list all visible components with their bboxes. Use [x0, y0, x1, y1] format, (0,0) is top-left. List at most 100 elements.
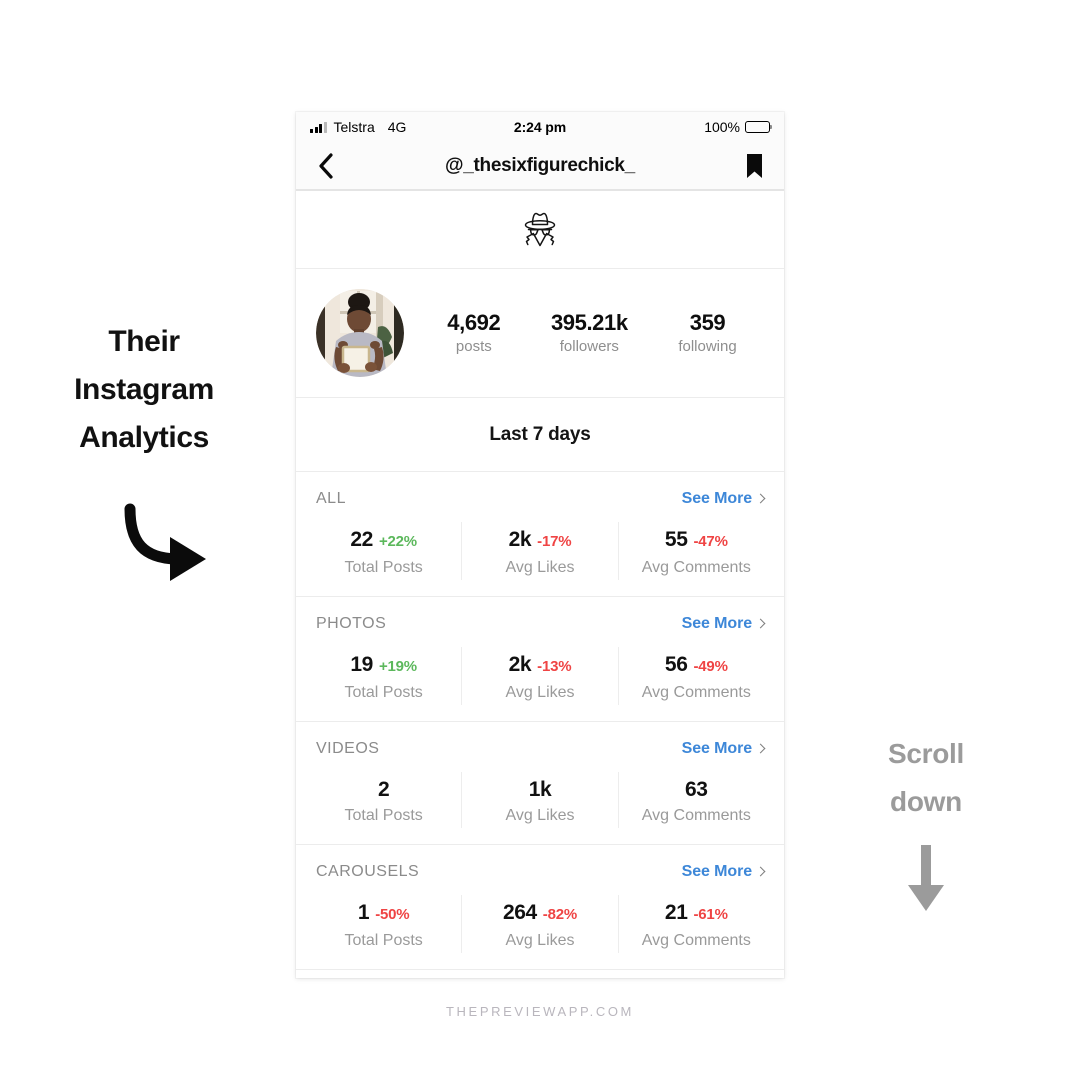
metric-cell: 1 -50% Total Posts [306, 895, 461, 953]
chevron-left-icon [319, 152, 333, 179]
see-more-button[interactable]: See More [681, 740, 766, 758]
metric-value: 1 [357, 901, 370, 924]
profile-stats: 4,692 posts 395.21k followers 359 follow… [404, 310, 762, 357]
metric-cell: 63 Avg Comments [617, 772, 774, 828]
metric-top: 2 [306, 776, 461, 804]
metric-top: 22 +22% [306, 526, 461, 556]
metric-label: Avg Comments [641, 559, 751, 576]
metric-cell: 55 -47% Avg Comments [617, 522, 774, 580]
metric-top: 21 -61% [619, 899, 774, 929]
section-head: CAROUSELS See More [296, 863, 784, 881]
back-button[interactable] [312, 152, 340, 180]
see-more-label: See More [681, 863, 752, 880]
metric-top: 55 -47% [619, 526, 774, 556]
promo-headline: Their Instagram Analytics [28, 318, 260, 462]
metric-label: Avg Comments [641, 684, 751, 701]
section-title: PHOTOS [316, 615, 387, 632]
stat-following-value: 359 [689, 309, 726, 335]
metric-section-photos: PHOTOS See More 19 +19% Total Posts 2k -13% Avg… [296, 597, 784, 722]
metric-top: 2k -17% [462, 526, 617, 556]
section-title: VIDEOS [316, 740, 380, 757]
metric-value: 55 [664, 528, 688, 551]
metric-top: 56 -49% [619, 651, 774, 681]
metric-section-all: ALL See More 22 +22% Total Posts 2k -17% Avg Li… [296, 472, 784, 597]
metric-top: 264 -82% [462, 899, 617, 929]
metric-cell: 2 Total Posts [306, 772, 461, 828]
metric-label: Avg Comments [641, 807, 751, 824]
carrier-name: Telstra [333, 119, 375, 135]
stat-posts-label: posts [455, 337, 492, 355]
footer-brand: THEPREVIEWAPP.COM [446, 1004, 634, 1019]
avatar[interactable] [316, 289, 404, 377]
see-more-label: See More [681, 615, 752, 632]
metric-row: 2 Total Posts 1k Avg Likes 63 Avg Comments [296, 772, 784, 828]
metric-label: Avg Likes [505, 932, 575, 949]
metric-value: 19 [350, 653, 373, 676]
promo-line-1: Their [108, 325, 180, 358]
metric-label: Avg Comments [641, 932, 751, 949]
profile-summary: 4,692 posts 395.21k followers 359 follow… [296, 269, 784, 398]
stat-following[interactable]: 359 following [678, 310, 736, 357]
metric-cell: 2k -13% Avg Likes [461, 647, 617, 705]
metric-top: 19 +19% [306, 651, 461, 681]
promo-line-2: Instagram [74, 373, 214, 406]
metric-value: 2k [508, 528, 532, 551]
metric-value: 22 [350, 528, 373, 551]
incognito-banner [296, 191, 784, 269]
metric-top: 1k [462, 776, 617, 804]
chevron-right-icon [755, 618, 766, 629]
metric-cell: 2k -17% Avg Likes [461, 522, 617, 580]
section-head: ALL See More [296, 490, 784, 508]
page-title: @_thesixfigurechick_ [445, 154, 635, 176]
metric-value: 63 [685, 778, 708, 801]
scroll-hint-line-1: Scroll [887, 738, 964, 769]
section-head: VIDEOS See More [296, 740, 784, 758]
metric-value: 2 [378, 778, 390, 801]
metric-delta: -49% [693, 658, 728, 675]
metric-label: Avg Likes [505, 684, 575, 701]
stat-posts[interactable]: 4,692 posts [447, 310, 500, 357]
chevron-right-icon [755, 493, 766, 504]
signal-bars-icon [310, 121, 327, 133]
section-head: PHOTOS See More [296, 615, 784, 633]
bookmark-button[interactable] [740, 152, 768, 180]
nav-bar: @_thesixfigurechick_ [296, 142, 784, 191]
stat-followers-value: 395.21k [550, 309, 628, 335]
stat-followers[interactable]: 395.21k followers [551, 310, 628, 357]
metric-top: 63 [619, 776, 774, 804]
metric-label: Total Posts [344, 559, 423, 576]
battery-percent: 100% [704, 119, 740, 135]
arrow-down-icon [908, 845, 944, 911]
promo-line-3: Analytics [79, 421, 209, 454]
metric-delta: -17% [537, 533, 572, 550]
scroll-hint: Scroll down [838, 730, 1014, 826]
metric-label: Avg Likes [505, 559, 575, 576]
period-header: Last 7 days [296, 398, 784, 472]
metric-cell: 22 +22% Total Posts [306, 522, 461, 580]
metric-cell: 56 -49% Avg Comments [617, 647, 774, 705]
stat-posts-value: 4,692 [447, 309, 501, 335]
metric-row: 22 +22% Total Posts 2k -17% Avg Likes 55 -47% Av… [296, 522, 784, 580]
metric-cell: 19 +19% Total Posts [306, 647, 461, 705]
metric-delta: -47% [693, 533, 728, 550]
chevron-right-icon [755, 866, 766, 877]
metric-cell: 1k Avg Likes [461, 772, 617, 828]
metric-delta: -61% [693, 906, 728, 923]
metric-cell: 21 -61% Avg Comments [617, 895, 774, 953]
see-more-label: See More [681, 740, 752, 757]
metric-label: Total Posts [344, 932, 423, 949]
stat-followers-label: followers [559, 337, 619, 355]
metric-delta: -82% [542, 906, 578, 923]
status-bar: Telstra 4G 2:24 pm 100% [296, 112, 784, 142]
metric-label: Total Posts [344, 684, 423, 701]
metric-value: 1k [528, 778, 552, 801]
see-more-button[interactable]: See More [682, 490, 766, 508]
section-title: CAROUSELS [316, 863, 420, 880]
section-title: ALL [316, 490, 346, 507]
scroll-hint-line-2: down [890, 786, 962, 817]
metric-section-videos: VIDEOS See More 2 Total Posts 1k Avg Likes 63 A… [296, 722, 784, 845]
see-more-button[interactable]: See More [681, 615, 766, 633]
see-more-button[interactable]: See More [681, 863, 766, 881]
metric-delta: +19% [378, 658, 417, 675]
phone-screenshot: Telstra 4G 2:24 pm 100% @_thesixfigurech… [296, 112, 784, 978]
